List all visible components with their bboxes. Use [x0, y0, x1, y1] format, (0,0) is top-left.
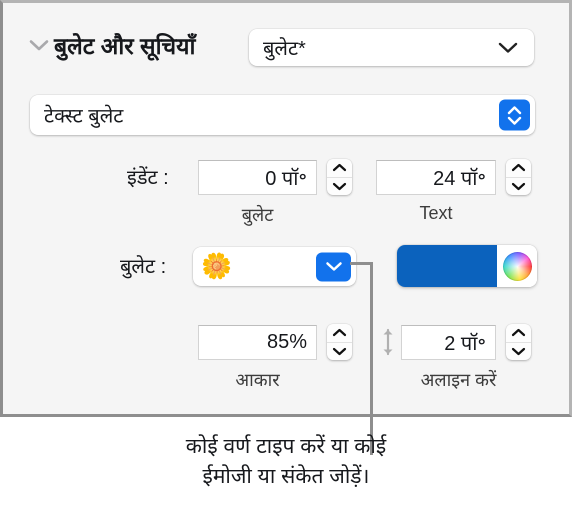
bullet-glyph-label: बुलेट : — [120, 256, 167, 278]
stepper-down-icon[interactable] — [327, 343, 352, 361]
indent-label: इंडेंट : — [127, 167, 169, 189]
bullet-size-input[interactable]: 85% — [198, 325, 317, 360]
text-indent-value: 24 पॉ॰ — [433, 168, 486, 190]
bullet-indent-stepper[interactable] — [327, 159, 352, 195]
bullet-align-sublabel: अलाइन करें — [420, 370, 497, 390]
bullet-size-stepper[interactable] — [327, 324, 352, 360]
flower-emoji-icon: 🌼 — [201, 252, 233, 280]
stepper-up-icon[interactable] — [327, 159, 352, 177]
stepper-down-icon[interactable] — [327, 178, 352, 196]
list-style-popup-button[interactable]: बुलेट* — [249, 29, 534, 66]
text-indent-sublabel: Text — [419, 203, 453, 223]
color-wheel-icon — [502, 251, 532, 281]
chevron-down-icon — [498, 41, 518, 54]
callout-caption-line-1: कोई वर्ण टाइप करें या कोई — [185, 435, 387, 458]
callout-caption: कोई वर्ण टाइप करें या कोई ईमोजी या संकेत… — [0, 432, 572, 492]
bullet-color-well[interactable] — [397, 245, 537, 287]
bullet-align-input[interactable]: 2 पॉ॰ — [401, 325, 496, 360]
bullet-type-popup-value: टेक्स्ट बुलेट — [44, 105, 124, 128]
color-swatch[interactable] — [397, 245, 497, 287]
page-title: बुलेट और सूचियाँ — [54, 33, 196, 59]
bullet-indent-sublabel: बुलेट — [241, 205, 274, 225]
text-indent-input[interactable]: 24 पॉ॰ — [376, 160, 496, 195]
stepper-down-icon[interactable] — [506, 178, 531, 196]
stepper-up-icon[interactable] — [506, 159, 531, 177]
list-style-popup-value: बुलेट* — [263, 38, 306, 60]
bullet-glyph-dropdown-button[interactable] — [316, 252, 351, 281]
bullet-size-value: 85% — [266, 331, 307, 353]
bullet-align-stepper[interactable] — [506, 324, 531, 360]
chevron-up-down-icon — [499, 99, 530, 131]
stepper-down-icon[interactable] — [506, 343, 531, 361]
text-indent-stepper[interactable] — [506, 159, 531, 195]
bullet-indent-input[interactable]: 0 पॉ॰ — [198, 160, 317, 195]
bullet-glyph-field[interactable]: 🌼 — [193, 247, 356, 286]
arrows-up-down-icon — [381, 328, 395, 356]
callout-leader-vertical — [370, 264, 373, 455]
chevron-down-icon[interactable] — [26, 39, 52, 52]
bullet-size-sublabel: आकार — [235, 370, 280, 390]
stepper-up-icon[interactable] — [506, 324, 531, 342]
color-wheel-button[interactable] — [497, 245, 537, 287]
stepper-up-icon[interactable] — [327, 324, 352, 342]
bullet-indent-value: 0 पॉ॰ — [265, 168, 307, 190]
callout-caption-line-2: ईमोजी या संकेत जोड़ें। — [202, 465, 370, 488]
bullet-type-popup-button[interactable]: टेक्स्ट बुलेट — [30, 95, 535, 135]
bullet-align-value: 2 पॉ॰ — [444, 333, 486, 355]
